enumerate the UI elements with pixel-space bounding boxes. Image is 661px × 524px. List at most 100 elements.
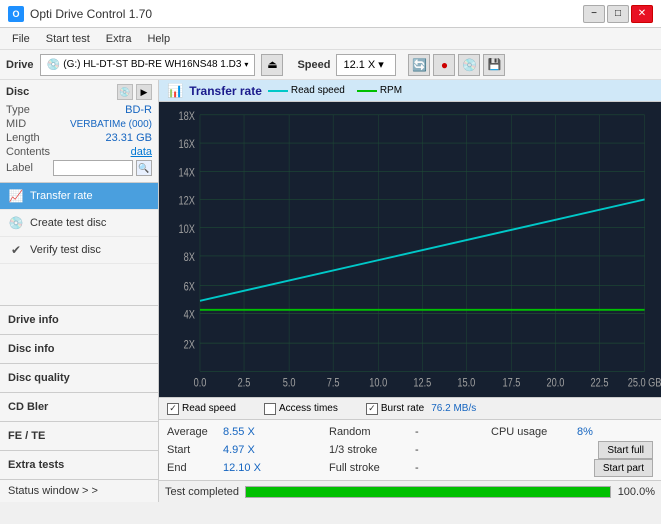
- access-times-check-label: Access times: [279, 403, 338, 414]
- drive-label: Drive: [6, 59, 34, 71]
- full-stroke-value: -: [415, 462, 435, 474]
- disc-type-row: Type BD-R: [6, 104, 152, 116]
- maximize-button[interactable]: □: [607, 5, 629, 23]
- disc-type-value: BD-R: [125, 104, 152, 116]
- disc-color-button[interactable]: ●: [433, 54, 455, 76]
- svg-text:5.0: 5.0: [283, 378, 296, 390]
- progress-status: Test completed: [165, 486, 239, 498]
- start-row: Start 4.97 X 1/3 stroke - Start full: [167, 441, 653, 459]
- end-col1: End 12.10 X: [167, 462, 329, 474]
- create-test-disc-icon: 💿: [8, 215, 24, 231]
- svg-text:18X: 18X: [178, 111, 194, 123]
- nav-transfer-rate[interactable]: 📈 Transfer rate: [0, 183, 158, 210]
- status-window-button[interactable]: Status window > >: [0, 479, 158, 502]
- app-icon: O: [8, 6, 24, 22]
- svg-text:22.5: 22.5: [591, 378, 609, 390]
- disc-length-row: Length 23.31 GB: [6, 132, 152, 144]
- extra-tests-button[interactable]: Extra tests: [8, 455, 150, 475]
- save-button[interactable]: 💾: [483, 54, 505, 76]
- disc-contents-value[interactable]: data: [131, 146, 152, 158]
- svg-text:15.0: 15.0: [457, 378, 475, 390]
- verify-test-disc-icon: ✔: [8, 242, 24, 258]
- drive-dropdown-arrow: ▾: [244, 60, 248, 69]
- sidebar: Disc 💿 ▶ Type BD-R MID VERBATIMe (000) L…: [0, 80, 159, 502]
- stroke13-label: 1/3 stroke: [329, 444, 409, 456]
- disc-label-input[interactable]: [53, 160, 133, 176]
- chart-legend: Read speed RPM: [268, 85, 402, 96]
- fete-button[interactable]: FE / TE: [8, 426, 150, 446]
- disc-contents-label: Contents: [6, 146, 50, 158]
- read-speed-checkbox[interactable]: [167, 403, 179, 415]
- read-speed-check[interactable]: Read speed: [167, 403, 236, 415]
- average-col2: Random -: [329, 426, 491, 438]
- burst-rate-checkbox[interactable]: [366, 403, 378, 415]
- end-label: End: [167, 462, 217, 474]
- end-row: End 12.10 X Full stroke - Start part: [167, 459, 653, 477]
- nav-create-test-disc[interactable]: 💿 Create test disc: [0, 210, 158, 237]
- start-col2: 1/3 stroke -: [329, 444, 491, 456]
- disc-type-label: Type: [6, 104, 30, 116]
- nav-list: 📈 Transfer rate 💿 Create test disc ✔ Ver…: [0, 183, 158, 305]
- disc-button2[interactable]: 💿: [458, 54, 480, 76]
- start-label: Start: [167, 444, 217, 456]
- average-value: 8.55 X: [223, 426, 263, 438]
- cpu-label: CPU usage: [491, 426, 571, 438]
- full-stroke-label: Full stroke: [329, 462, 409, 474]
- random-value: -: [415, 426, 435, 438]
- chart-title: Transfer rate: [189, 84, 262, 98]
- drive-info-button[interactable]: Drive info: [8, 310, 150, 330]
- menu-start-test[interactable]: Start test: [38, 31, 98, 47]
- minimize-button[interactable]: −: [583, 5, 605, 23]
- disc-label-button[interactable]: 🔍: [136, 160, 152, 176]
- random-label: Random: [329, 426, 409, 438]
- svg-text:25.0 GB: 25.0 GB: [628, 378, 661, 390]
- progress-percent: 100.0%: [617, 486, 655, 498]
- data-rows: Average 8.55 X Random - CPU usage 8% Sta…: [159, 419, 661, 480]
- app-title: Opti Drive Control 1.70: [30, 7, 152, 21]
- menu-extra[interactable]: Extra: [98, 31, 140, 47]
- access-times-checkbox[interactable]: [264, 403, 276, 415]
- extra-tests-section: Extra tests: [0, 450, 158, 479]
- eject-button[interactable]: ⏏: [261, 54, 283, 76]
- disc-length-label: Length: [6, 132, 40, 144]
- burst-rate-check[interactable]: Burst rate 76.2 MB/s: [366, 403, 476, 415]
- drive-value: (G:) HL-DT-ST BD-RE WH16NS48 1.D3: [63, 59, 241, 70]
- disc-quality-button[interactable]: Disc quality: [8, 368, 150, 388]
- disc-info-button[interactable]: Disc info: [8, 339, 150, 359]
- disc-label-label: Label: [6, 162, 33, 174]
- access-times-check[interactable]: Access times: [264, 403, 338, 415]
- menu-help[interactable]: Help: [139, 31, 178, 47]
- transfer-rate-icon: 📈: [8, 188, 24, 204]
- legend-rpm-label: RPM: [380, 85, 402, 96]
- fete-section: FE / TE: [0, 421, 158, 450]
- average-row: Average 8.55 X Random - CPU usage 8%: [167, 423, 653, 441]
- burst-rate-value: 76.2 MB/s: [431, 403, 476, 414]
- svg-text:17.5: 17.5: [502, 378, 520, 390]
- start-full-button[interactable]: Start full: [598, 441, 653, 459]
- start-part-button[interactable]: Start part: [594, 459, 653, 477]
- average-col1: Average 8.55 X: [167, 426, 329, 438]
- drive-selector[interactable]: 💿 (G:) HL-DT-ST BD-RE WH16NS48 1.D3 ▾: [40, 54, 256, 76]
- close-button[interactable]: ✕: [631, 5, 653, 23]
- disc-length-value: 23.31 GB: [106, 132, 152, 144]
- title-bar: O Opti Drive Control 1.70 − □ ✕: [0, 0, 661, 28]
- disc-quality-section: Disc quality: [0, 363, 158, 392]
- nav-create-test-disc-label: Create test disc: [30, 217, 106, 229]
- disc-icon-2[interactable]: ▶: [136, 84, 152, 100]
- menu-file[interactable]: File: [4, 31, 38, 47]
- svg-text:12.5: 12.5: [413, 378, 431, 390]
- cd-bler-section: CD Bler: [0, 392, 158, 421]
- nav-verify-test-disc[interactable]: ✔ Verify test disc: [0, 237, 158, 264]
- end-col3: Start part: [491, 459, 653, 477]
- legend-read-label: Read speed: [291, 85, 345, 96]
- cd-bler-button[interactable]: CD Bler: [8, 397, 150, 417]
- disc-mid-row: MID VERBATIMe (000): [6, 118, 152, 130]
- disc-mid-value: VERBATIMe (000): [70, 119, 152, 130]
- svg-text:10.0: 10.0: [369, 378, 387, 390]
- svg-text:7.5: 7.5: [327, 378, 340, 390]
- speed-selector[interactable]: 12.1 X ▾: [336, 54, 396, 76]
- speed-value: 12.1 X ▾: [343, 58, 383, 71]
- refresh-button[interactable]: 🔄: [408, 54, 430, 76]
- disc-icon-1[interactable]: 💿: [117, 84, 133, 100]
- progress-bar-container: Test completed 100.0%: [159, 480, 661, 502]
